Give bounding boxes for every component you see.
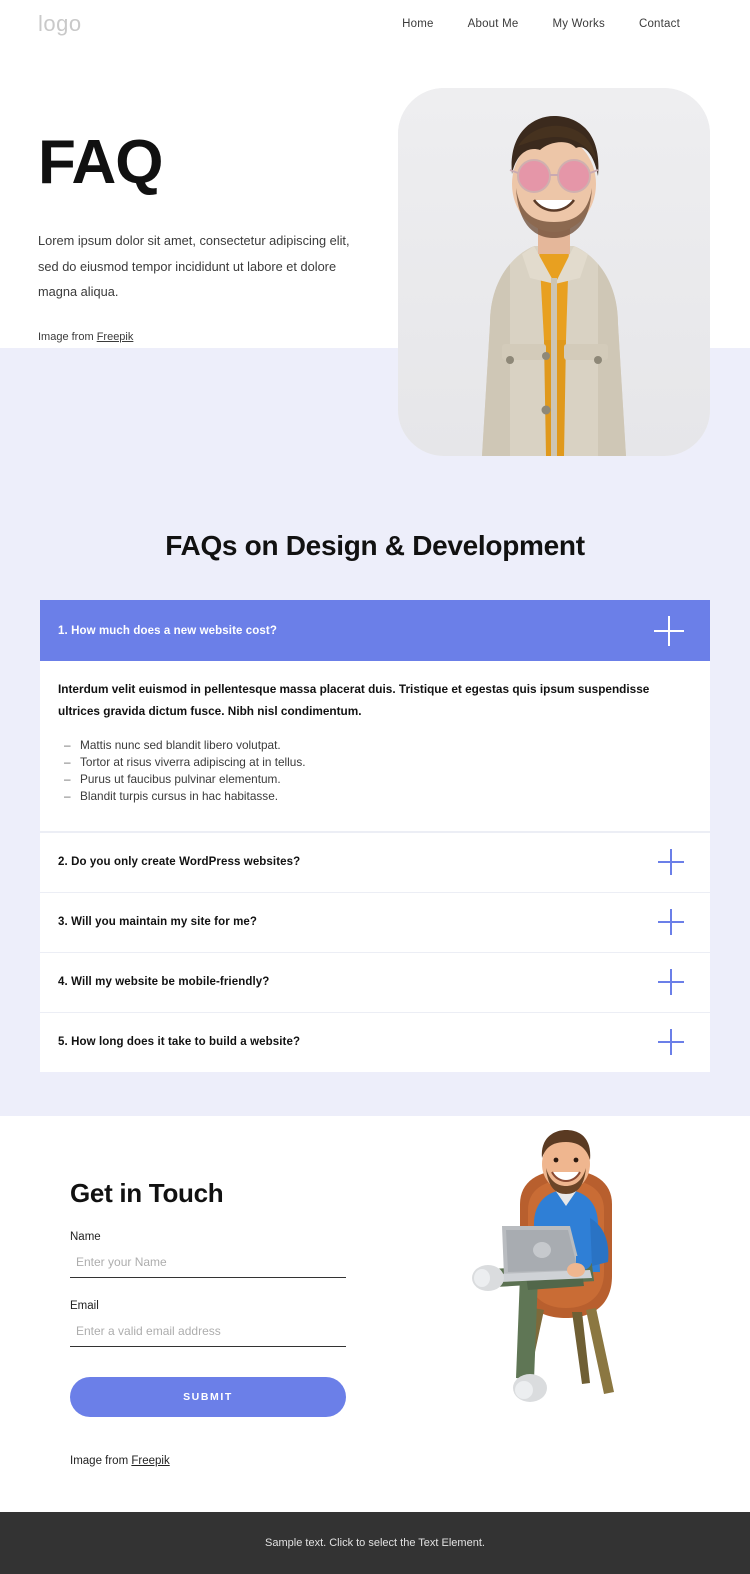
accordion-header-1[interactable]: 1. How much does a new website cost? — [40, 600, 710, 661]
footer-text[interactable]: Sample text. Click to select the Text El… — [265, 1537, 485, 1549]
accordion-header-3[interactable]: 3. Will you maintain my site for me? — [40, 891, 710, 952]
plus-icon[interactable] — [658, 1029, 684, 1056]
list-item: Mattis nunc sed blandit libero volutpat. — [58, 737, 680, 754]
accordion-answer-list: Mattis nunc sed blandit libero volutpat.… — [58, 737, 680, 805]
plus-icon[interactable] — [658, 969, 684, 996]
accordion-item: 2. Do you only create WordPress websites… — [40, 831, 710, 892]
name-field-group: Name — [70, 1231, 360, 1278]
accordion-panel-1: Interdum velit euismod in pellentesque m… — [40, 661, 710, 832]
site-footer: Sample text. Click to select the Text El… — [0, 1511, 750, 1574]
hero-image-credit: Image from Freepik — [38, 331, 388, 343]
accordion-header-4[interactable]: 4. Will my website be mobile-friendly? — [40, 951, 710, 1012]
contact-title: Get in Touch — [70, 1177, 224, 1208]
plus-icon[interactable] — [658, 909, 684, 936]
submit-button[interactable]: SUBMIT — [70, 1376, 346, 1417]
accordion-header-5[interactable]: 5. How long does it take to build a webs… — [40, 1011, 710, 1072]
accordion-question: 4. Will my website be mobile-friendly? — [58, 976, 270, 989]
accordion-question: 1. How much does a new website cost? — [58, 624, 277, 637]
site-logo[interactable]: logo — [38, 11, 82, 37]
contact-section: Get in Touch Name Email SUBMIT Image fro… — [0, 1115, 750, 1512]
page-title: FAQ — [38, 128, 163, 197]
main-nav: Home About Me My Works Contact — [402, 18, 680, 30]
hero-paragraph: Lorem ipsum dolor sit amet, consectetur … — [38, 233, 350, 300]
email-label: Email — [70, 1299, 99, 1312]
hero-photo — [398, 88, 710, 456]
name-label: Name — [70, 1230, 101, 1243]
nav-item-about-me[interactable]: About Me — [468, 18, 519, 30]
list-item: Tortor at risus viverra adipiscing at in… — [58, 754, 680, 771]
accordion-item: 4. Will my website be mobile-friendly? — [40, 951, 710, 1012]
email-field-group: Email — [70, 1300, 360, 1347]
accordion-answer-lead: Interdum velit euismod in pellentesque m… — [58, 682, 650, 718]
contact-form: Get in Touch Name Email SUBMIT Image fro… — [70, 1178, 360, 1467]
hero-copy: FAQ Lorem ipsum dolor sit amet, consecte… — [38, 48, 388, 343]
nav-item-my-works[interactable]: My Works — [552, 18, 605, 30]
page-root: logo Home About Me My Works Contact FAQ … — [0, 0, 750, 1574]
plus-icon[interactable] — [654, 615, 684, 646]
faq-section: FAQs on Design & Development 1. How much… — [0, 348, 750, 1116]
list-item: Blandit turpis cursus in hac habitasse. — [58, 788, 680, 805]
contact-image-credit: Image from Freepik — [70, 1455, 360, 1467]
accordion-item: 1. How much does a new website cost? Int… — [40, 600, 710, 832]
accordion-header-2[interactable]: 2. Do you only create WordPress websites… — [40, 831, 710, 892]
contact-illustration — [442, 1126, 692, 1426]
nav-item-contact[interactable]: Contact — [639, 18, 680, 30]
list-item: Purus ut faucibus pulvinar elementum. — [58, 771, 680, 788]
faq-accordion: 1. How much does a new website cost? Int… — [40, 600, 710, 1072]
hero-credit-link[interactable]: Freepik — [97, 331, 134, 343]
accordion-question: 5. How long does it take to build a webs… — [58, 1036, 301, 1049]
accordion-question: 2. Do you only create WordPress websites… — [58, 856, 301, 869]
site-header: logo Home About Me My Works Contact — [0, 0, 750, 48]
name-input[interactable] — [70, 1252, 346, 1278]
contact-credit-link[interactable]: Freepik — [131, 1455, 169, 1467]
accordion-item: 5. How long does it take to build a webs… — [40, 1011, 710, 1072]
plus-icon[interactable] — [658, 849, 684, 876]
accordion-item: 3. Will you maintain my site for me? — [40, 891, 710, 952]
email-input[interactable] — [70, 1321, 346, 1347]
hero-credit-prefix: Image from — [38, 330, 97, 343]
contact-credit-prefix: Image from — [70, 1454, 132, 1467]
nav-item-home[interactable]: Home — [402, 18, 433, 30]
accordion-question: 3. Will you maintain my site for me? — [58, 916, 258, 929]
